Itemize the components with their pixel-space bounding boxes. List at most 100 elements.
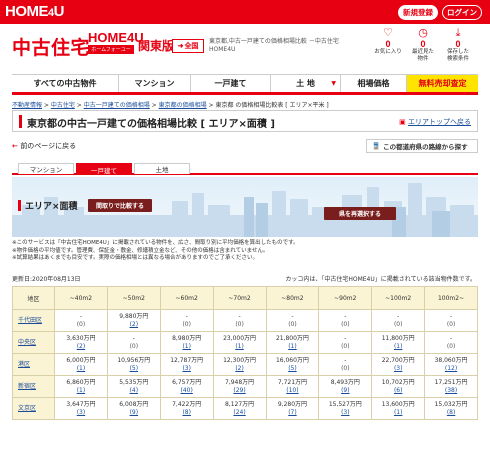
listing-count[interactable]: (3) [319,409,371,417]
price-cell: - (0) [424,309,478,332]
price-value: 12,300万円 [223,356,257,364]
area-link[interactable]: 文京区 [18,405,36,412]
listing-count[interactable]: (9) [319,387,371,395]
area-link[interactable]: 中央区 [18,339,36,346]
saved-search-button[interactable]: ⤓ 0 保存した 検索条件 [443,26,473,63]
listing-count[interactable]: (38) [425,387,477,395]
nav-all-properties[interactable]: すべての中古物件 [12,75,118,92]
route-search-button[interactable]: 🚆 この都道府県の路線から探す [366,139,478,153]
listing-count[interactable]: (1) [161,343,213,351]
breadcrumb-link-kodate-price[interactable]: 中古一戸建ての価格相場 [84,102,150,109]
price-value: 5,535万円 [119,378,149,386]
login-button[interactable]: ログイン [442,5,482,20]
nav-land[interactable]: 土 地 ▼ [270,75,340,92]
listing-count[interactable]: (1) [55,387,107,395]
listing-count[interactable]: (3) [372,365,424,373]
reselect-prefecture-button[interactable]: 県を再選択する [324,207,396,220]
breadcrumb-link-used-housing[interactable]: 中古住宅 [51,102,75,109]
price-value: 6,757万円 [172,378,202,386]
breadcrumb: 不動産情報 > 中古住宅 > 中古一戸建ての価格相場 > 東京都の価格相場 > … [12,102,329,109]
area-top-link-text[interactable]: エリアトップへ戻る [408,118,471,126]
listing-count[interactable]: (1) [267,343,319,351]
price-value: 6,860万円 [66,378,96,386]
price-value: 13,600万円 [381,400,415,408]
nav-free-appraisal[interactable]: 無料売却査定 [406,75,478,92]
area-link[interactable]: 新宿区 [18,383,36,390]
favorites-button[interactable]: ♡ 0 お気に入り [373,26,403,56]
price-cell: 16,060万円 (5) [265,353,320,376]
listing-count[interactable]: (7) [267,409,319,417]
breadcrumb-link-realestate[interactable]: 不動産情報 [12,102,42,109]
area-top-link[interactable]: ▣ エリアトップへ戻る [399,117,471,127]
col-header-50: ~50m2 [106,286,161,310]
listing-count: (0) [129,342,139,350]
compare-by-layout-button[interactable]: 間取りで比較する [88,199,152,212]
back-link[interactable]: ← 前のページに戻る [12,141,76,151]
region-label: 関東版 [138,39,175,53]
listing-count[interactable]: (2) [108,321,160,329]
brand-text-u: U [53,3,65,20]
listing-count[interactable]: (5) [108,365,160,373]
price-value: - [238,312,241,320]
price-cell: 9,280万円 (7) [265,397,320,420]
col-header-100: ~100m2 [371,286,426,310]
price-value: - [449,312,453,320]
notes: ※このサービスは「中古住宅HOME4U」に掲載されている物件を、広さ、間取り別に… [12,240,478,263]
brand-logo[interactable]: HOME4U [5,3,64,20]
area-link[interactable]: 港区 [18,361,30,368]
listing-count[interactable]: (1) [372,343,424,351]
listing-count[interactable]: (9) [108,409,160,417]
saved-search-label2: 検索条件 [446,56,469,62]
count-note: カッコ内は、「中古住宅HOME4U」に掲載されている該当物件数です。 [285,276,476,283]
recently-viewed-button[interactable]: ◷ 0 最近見た 物件 [408,26,438,63]
price-value: 3,630万円 [66,334,96,342]
listing-count[interactable]: (1) [372,409,424,417]
tab-mansion[interactable]: マンション [18,163,74,174]
price-value: 10,956万円 [117,356,151,364]
nav-mansion[interactable]: マンション [118,75,190,92]
page-title-bar: 東京都の中古一戸建ての価格相場比較 [ エリア×面積 ] ▣ エリアトップへ戻る [12,110,478,132]
listing-count: (0) [288,320,297,328]
price-cell: - (0) [371,309,426,332]
breadcrumb-link-tokyo-price[interactable]: 東京都の価格相場 [159,102,207,109]
listing-count[interactable]: (3) [55,409,107,417]
price-value: 16,060万円 [275,356,309,364]
price-cell: 11,800万円 (1) [371,331,426,354]
header-desc-line2: HOME4U [209,46,236,53]
listing-count[interactable]: (5) [267,365,319,373]
site-logo-home4u[interactable]: HOME4U ホームフォーユー [88,31,144,55]
listing-count[interactable]: (24) [214,409,266,417]
listing-count[interactable]: (40) [161,387,213,395]
listing-count[interactable]: (1) [55,365,107,373]
price-cell: - (0) [265,309,320,332]
property-type-tabs: マンション 一戸建て 土地 [12,163,478,175]
nav-kodate[interactable]: 一戸建て [190,75,270,92]
price-cell: 3,647万円 (3) [54,397,108,420]
listing-count[interactable]: (3) [161,365,213,373]
listing-count[interactable]: (8) [161,409,213,417]
listing-count[interactable]: (4) [108,387,160,395]
price-value: 8,127万円 [224,400,255,408]
listing-count[interactable]: (12) [425,365,477,373]
zenkoku-button[interactable]: ➜ 全国 [172,39,204,53]
tab-kodate[interactable]: 一戸建て [76,163,132,175]
register-button[interactable]: 新規登録 [398,5,438,20]
listing-count[interactable]: (29) [214,387,266,395]
price-cell: 5,535万円 (4) [106,375,161,398]
price-cell: 15,032万円 (8) [424,397,478,420]
listing-count[interactable]: (1) [214,343,266,351]
top-bar: HOME4U 新規登録 ログイン [0,0,490,24]
listing-count[interactable]: (2) [55,343,107,351]
header-description: 東京都,中古一戸建ての価格相場比較 －中古住宅 HOME4U [209,38,359,54]
listing-count[interactable]: (8) [425,409,477,417]
arrow-right-icon: ➜ [177,43,184,50]
price-value: 7,721万円 [277,378,308,386]
nav-market-price[interactable]: 相場価格 [340,75,406,92]
tab-land[interactable]: 土地 [134,163,190,174]
listing-count[interactable]: (10) [267,387,319,395]
listing-count[interactable]: (2) [214,365,266,373]
site-logo-text[interactable]: 中古住宅 [12,33,90,60]
listing-count[interactable]: (6) [372,387,424,395]
area-link[interactable]: 千代田区 [18,317,42,324]
price-cell: - (0) [106,331,161,354]
